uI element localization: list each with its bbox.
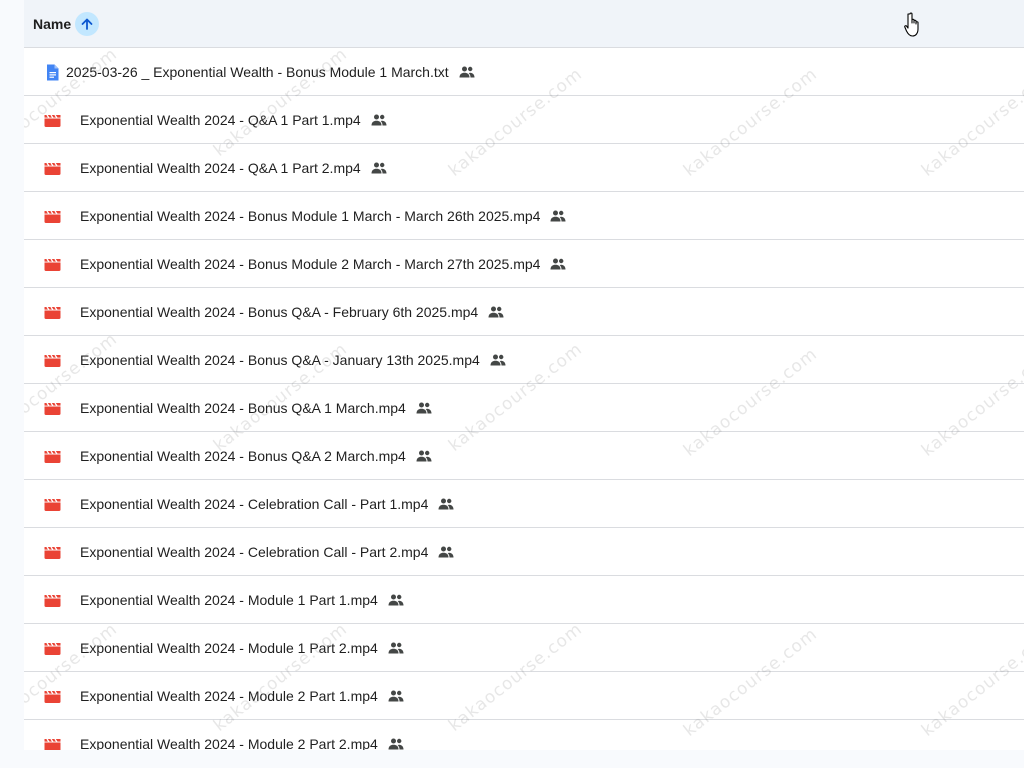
video-icon xyxy=(44,496,61,513)
file-name-text: Exponential Wealth 2024 - Celebration Ca… xyxy=(80,543,429,560)
file-row[interactable]: Exponential Wealth 2024 - Module 1 Part … xyxy=(24,624,1024,672)
name-column-header[interactable]: Name xyxy=(33,16,71,32)
video-icon xyxy=(44,352,61,369)
shared-people-icon xyxy=(488,306,504,317)
file-name-text: Exponential Wealth 2024 - Bonus Q&A 1 Ma… xyxy=(80,399,406,416)
video-icon xyxy=(44,304,61,321)
video-icon xyxy=(44,688,61,705)
file-name-text: Exponential Wealth 2024 - Module 2 Part … xyxy=(80,687,378,704)
shared-people-icon xyxy=(388,690,404,701)
file-row[interactable]: Exponential Wealth 2024 - Module 1 Part … xyxy=(24,576,1024,624)
file-row[interactable]: Exponential Wealth 2024 - Bonus Q&A 1 Ma… xyxy=(24,384,1024,432)
file-row[interactable]: 2025-03-26 _ Exponential Wealth - Bonus … xyxy=(24,48,1024,96)
file-row[interactable]: Exponential Wealth 2024 - Module 2 Part … xyxy=(24,720,1024,750)
file-name: 2025-03-26 _ Exponential Wealth - Bonus … xyxy=(66,64,475,80)
file-name-text: Exponential Wealth 2024 - Bonus Module 2… xyxy=(80,255,541,272)
video-icon xyxy=(44,448,61,465)
file-name: Exponential Wealth 2024 - Celebration Ca… xyxy=(80,496,454,512)
shared-people-icon xyxy=(490,354,506,365)
file-name-text: Exponential Wealth 2024 - Q&A 1 Part 1.m… xyxy=(80,111,361,128)
file-row[interactable]: Exponential Wealth 2024 - Bonus Module 2… xyxy=(24,240,1024,288)
file-row[interactable]: Exponential Wealth 2024 - Bonus Q&A 2 Ma… xyxy=(24,432,1024,480)
file-name: Exponential Wealth 2024 - Module 1 Part … xyxy=(80,640,404,656)
shared-people-icon xyxy=(550,258,566,269)
arrow-up-icon xyxy=(81,18,93,30)
file-row[interactable]: Exponential Wealth 2024 - Q&A 1 Part 1.m… xyxy=(24,96,1024,144)
video-icon xyxy=(44,544,61,561)
file-list-panel: Name 2025-03-26 _ Exponential Wealth - B… xyxy=(24,0,1024,750)
file-name-text: Exponential Wealth 2024 - Bonus Module 1… xyxy=(80,207,541,224)
file-name: Exponential Wealth 2024 - Bonus Q&A 1 Ma… xyxy=(80,400,432,416)
file-name-text: 2025-03-26 _ Exponential Wealth - Bonus … xyxy=(66,63,449,80)
shared-people-icon xyxy=(388,738,404,749)
file-name: Exponential Wealth 2024 - Bonus Q&A - Fe… xyxy=(80,304,504,320)
video-icon xyxy=(44,256,61,273)
file-name: Exponential Wealth 2024 - Q&A 1 Part 1.m… xyxy=(80,112,387,128)
file-row[interactable]: Exponential Wealth 2024 - Celebration Ca… xyxy=(24,528,1024,576)
file-name-text: Exponential Wealth 2024 - Bonus Q&A - Fe… xyxy=(80,303,479,320)
file-row[interactable]: Exponential Wealth 2024 - Module 2 Part … xyxy=(24,672,1024,720)
file-name-text: Exponential Wealth 2024 - Module 2 Part … xyxy=(80,735,378,751)
file-rows: 2025-03-26 _ Exponential Wealth - Bonus … xyxy=(24,48,1024,750)
shared-people-icon xyxy=(416,402,432,413)
file-name: Exponential Wealth 2024 - Bonus Q&A 2 Ma… xyxy=(80,448,432,464)
sort-ascending-button[interactable] xyxy=(75,11,100,36)
shared-people-icon xyxy=(371,114,387,125)
video-icon xyxy=(44,112,61,129)
file-name-text: Exponential Wealth 2024 - Bonus Q&A 2 Ma… xyxy=(80,447,406,464)
shared-people-icon xyxy=(459,66,475,77)
file-name: Exponential Wealth 2024 - Bonus Q&A - Ja… xyxy=(80,352,506,368)
file-name: Exponential Wealth 2024 - Bonus Module 1… xyxy=(80,208,566,224)
video-icon xyxy=(44,160,61,177)
file-name-text: Exponential Wealth 2024 - Celebration Ca… xyxy=(80,495,429,512)
shared-people-icon xyxy=(438,498,454,509)
file-name-text: Exponential Wealth 2024 - Module 1 Part … xyxy=(80,639,378,656)
file-row[interactable]: Exponential Wealth 2024 - Bonus Q&A - Fe… xyxy=(24,288,1024,336)
hand-pointer-cursor-icon xyxy=(904,12,919,37)
file-name: Exponential Wealth 2024 - Q&A 1 Part 2.m… xyxy=(80,160,387,176)
shared-people-icon xyxy=(388,594,404,605)
file-name-text: Exponential Wealth 2024 - Bonus Q&A - Ja… xyxy=(80,351,480,368)
shared-people-icon xyxy=(416,450,432,461)
file-name: Exponential Wealth 2024 - Celebration Ca… xyxy=(80,544,454,560)
doc-icon xyxy=(44,64,61,81)
file-name-text: Exponential Wealth 2024 - Q&A 1 Part 2.m… xyxy=(80,159,361,176)
video-icon xyxy=(44,592,61,609)
file-row[interactable]: Exponential Wealth 2024 - Q&A 1 Part 2.m… xyxy=(24,144,1024,192)
list-header: Name xyxy=(24,0,1024,48)
file-name: Exponential Wealth 2024 - Module 2 Part … xyxy=(80,688,404,704)
video-icon xyxy=(44,640,61,657)
shared-people-icon xyxy=(371,162,387,173)
shared-people-icon xyxy=(388,642,404,653)
video-icon xyxy=(44,208,61,225)
file-name: Exponential Wealth 2024 - Bonus Module 2… xyxy=(80,256,566,272)
file-name: Exponential Wealth 2024 - Module 1 Part … xyxy=(80,592,404,608)
shared-people-icon xyxy=(550,210,566,221)
shared-people-icon xyxy=(438,546,454,557)
file-row[interactable]: Exponential Wealth 2024 - Bonus Q&A - Ja… xyxy=(24,336,1024,384)
file-row[interactable]: Exponential Wealth 2024 - Bonus Module 1… xyxy=(24,192,1024,240)
file-row[interactable]: Exponential Wealth 2024 - Celebration Ca… xyxy=(24,480,1024,528)
video-icon xyxy=(44,736,61,750)
file-name-text: Exponential Wealth 2024 - Module 1 Part … xyxy=(80,591,378,608)
video-icon xyxy=(44,400,61,417)
file-name: Exponential Wealth 2024 - Module 2 Part … xyxy=(80,735,404,751)
